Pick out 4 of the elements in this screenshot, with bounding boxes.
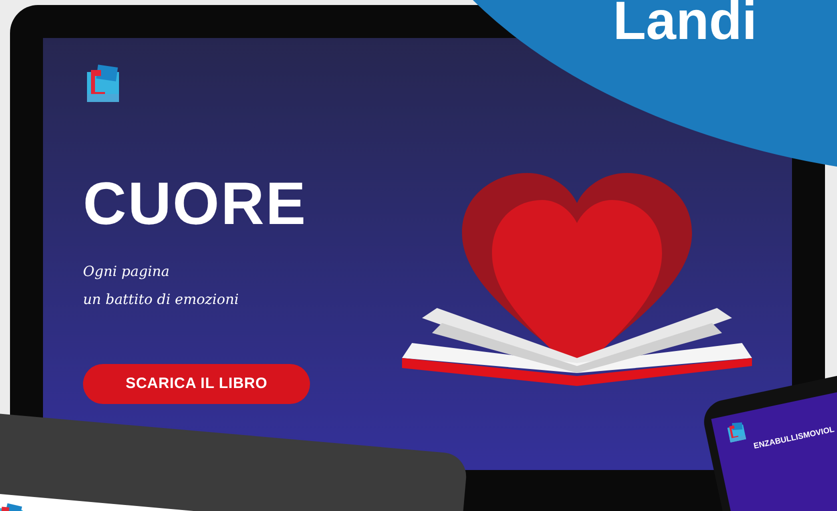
download-button[interactable]: SCARICA IL LIBRO [83, 364, 310, 404]
book-title: CUORE [83, 174, 308, 234]
tagline-line: Ogni pagina [83, 263, 170, 282]
tagline-line: un battito di emozioni [83, 291, 240, 310]
